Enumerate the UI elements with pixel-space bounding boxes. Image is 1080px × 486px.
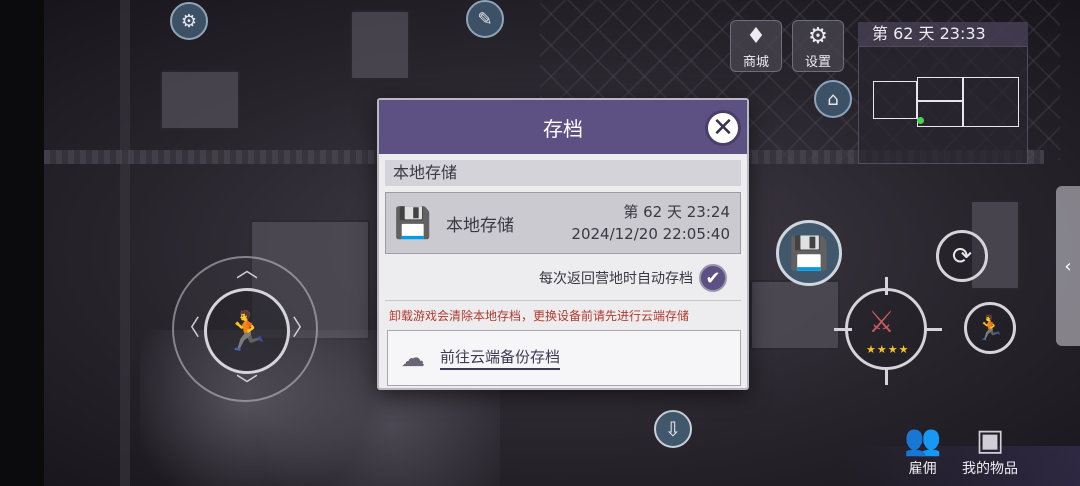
- shop-label: 商城: [742, 55, 769, 70]
- save-slot-meta: 第 62 天 23:24 2024/12/20 22:05:40: [571, 201, 730, 245]
- cloud-upload-icon: ☁: [401, 344, 425, 372]
- left-black-bar: [0, 0, 44, 486]
- chevron-left-icon: ‹: [1064, 255, 1072, 277]
- cloud-backup-link[interactable]: 前往云端备份存档: [440, 346, 561, 370]
- shop-button[interactable]: ♦ 商城: [730, 20, 782, 72]
- swap-weapon-button[interactable]: ⟳: [936, 230, 988, 282]
- minimap-room: [963, 77, 1019, 127]
- floppy-disk-icon: 💾: [789, 234, 829, 272]
- weapon-star-rating: ★★★★: [866, 343, 910, 356]
- wall-vertical: [120, 0, 130, 486]
- running-man-icon[interactable]: 🏃: [204, 288, 290, 374]
- divider: [385, 300, 741, 301]
- cloud-backup-row[interactable]: ☁ 前往云端备份存档: [387, 330, 741, 386]
- scrap-pile: [750, 280, 840, 350]
- attack-crosshair-button[interactable]: ⚔ ★★★★: [834, 277, 942, 385]
- my-items-button[interactable]: ▣ 我的物品: [962, 424, 1018, 478]
- descend-button[interactable]: ⇩: [654, 410, 692, 448]
- doghouse-icon[interactable]: ⌂: [814, 80, 852, 118]
- day-time-display: 第 62 天 23:33: [858, 22, 1028, 46]
- saw-icon[interactable]: ✎: [466, 0, 504, 38]
- save-dialog: 存档 ✕ 本地存储 💾 本地存储 第 62 天 23:24 2024/12/20…: [377, 98, 749, 390]
- minimap[interactable]: [858, 46, 1028, 164]
- settings-label: 设置: [804, 55, 831, 70]
- gear-icon: ⚙: [808, 24, 828, 49]
- mercenary-label: 雇佣: [908, 461, 937, 477]
- save-slot-label: 本地存储: [446, 215, 514, 236]
- close-button[interactable]: ✕: [705, 110, 741, 146]
- player-position-marker: [917, 117, 924, 124]
- movement-joystick[interactable]: ︿ ﹀ 〈 〉 🏃: [172, 256, 318, 402]
- save-real-time: 2024/12/20 22:05:40: [571, 225, 730, 243]
- joystick-down-arrow-icon: ﹀: [236, 374, 259, 399]
- minimap-room: [917, 101, 963, 127]
- chest-icon: ▣: [975, 423, 1005, 458]
- crosshair-tick-top: [885, 277, 888, 295]
- sewing-machine-icon[interactable]: ⚙: [170, 2, 208, 40]
- dialog-header: 存档 ✕: [379, 100, 747, 154]
- settings-button[interactable]: ⚙ 设置: [792, 20, 844, 72]
- joystick-right-arrow-icon: 〉: [292, 316, 315, 341]
- close-icon: ✕: [712, 113, 734, 143]
- save-game-time: 第 62 天 23:24: [623, 203, 730, 221]
- crosshair-tick-left: [834, 328, 852, 331]
- minimap-room: [873, 81, 917, 119]
- my-items-label: 我的物品: [962, 461, 1018, 477]
- crate-stack: [350, 10, 410, 80]
- workbench-debris: [160, 70, 240, 130]
- bottom-right-panel-bg: [840, 446, 1080, 486]
- auto-save-checkbox[interactable]: ✔: [699, 264, 727, 292]
- local-save-slot[interactable]: 💾 本地存储 第 62 天 23:24 2024/12/20 22:05:40: [385, 192, 741, 254]
- uninstall-warning-text: 卸载游戏会清除本地存档，更换设备前请先进行云端存储: [389, 309, 690, 323]
- auto-save-option[interactable]: 每次返回营地时自动存档 ✔: [379, 264, 727, 292]
- refresh-icon: ⟳: [951, 242, 973, 270]
- mercenary-button[interactable]: 👥 雇佣: [904, 424, 941, 478]
- floppy-disk-icon: 💾: [394, 205, 432, 241]
- section-title: 本地存储: [385, 160, 741, 186]
- auto-save-label: 每次返回营地时自动存档: [539, 271, 693, 287]
- joystick-left-arrow-icon: 〈: [178, 316, 201, 341]
- side-panel-toggle[interactable]: ‹: [1056, 186, 1080, 346]
- download-arrow-icon: ⇩: [664, 417, 682, 441]
- crosshair-tick-right: [924, 328, 942, 331]
- crosshair-tick-bottom: [885, 367, 888, 385]
- group-icon: 👥: [904, 423, 942, 458]
- sprint-icon: 🏃: [975, 314, 1005, 342]
- dialog-title: 存档: [543, 116, 583, 141]
- claw-weapon-icon: ⚔: [868, 305, 895, 340]
- sprint-button[interactable]: 🏃: [964, 302, 1016, 354]
- checkmark-icon: ✔: [705, 267, 721, 289]
- diamond-icon: ♦: [746, 24, 766, 49]
- save-game-button[interactable]: 💾: [776, 220, 842, 286]
- joystick-up-arrow-icon: ︿: [236, 258, 259, 283]
- minimap-room: [917, 77, 963, 101]
